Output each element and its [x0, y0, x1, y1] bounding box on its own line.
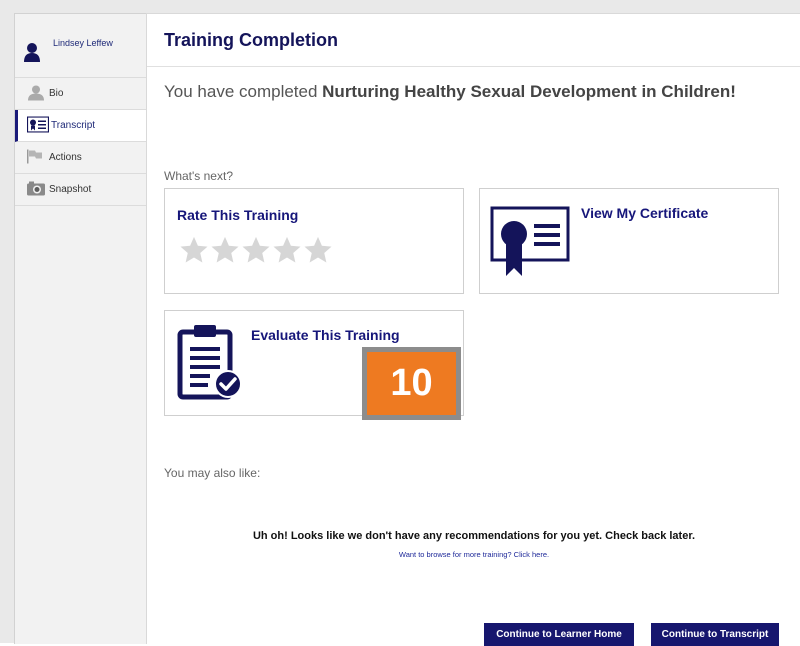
clipboard-check-icon	[177, 323, 243, 406]
rate-training-title: Rate This Training	[177, 207, 299, 223]
browse-training-link[interactable]: Want to browse for more training? Click …	[147, 550, 800, 559]
certificate-icon	[490, 206, 570, 283]
sidebar-item-snapshot[interactable]: Snapshot	[15, 174, 146, 206]
camera-icon	[27, 181, 45, 198]
rate-training-card[interactable]: Rate This Training	[164, 188, 464, 294]
star-rating[interactable]	[179, 235, 333, 265]
course-name: Nurturing Healthy Sexual Development in …	[322, 82, 736, 101]
person-icon	[27, 84, 45, 103]
evaluate-training-title: Evaluate This Training	[251, 327, 400, 343]
main-header: Training Completion	[147, 14, 800, 67]
view-certificate-title: View My Certificate	[581, 205, 709, 221]
completion-message: You have completed Nurturing Healthy Sex…	[164, 80, 764, 104]
star-icon[interactable]	[210, 235, 240, 265]
sidebar-item-label: Snapshot	[49, 184, 92, 195]
sidebar-item-label: Transcript	[51, 120, 96, 131]
transcript-icon	[26, 115, 50, 135]
whats-next-label: What's next?	[164, 169, 233, 183]
number-badge: 10	[362, 347, 461, 420]
star-icon[interactable]	[241, 235, 271, 265]
page-title: Training Completion	[164, 30, 338, 50]
star-icon[interactable]	[303, 235, 333, 265]
view-certificate-card[interactable]: View My Certificate	[479, 188, 779, 294]
user-name[interactable]: Lindsey Leffew	[53, 38, 113, 48]
badge-number: 10	[367, 352, 456, 415]
also-like-label: You may also like:	[164, 466, 261, 480]
user-avatar-icon	[23, 42, 41, 67]
completion-prefix: You have completed	[164, 82, 323, 101]
sidebar-item-label: Actions	[49, 152, 82, 163]
sidebar-item-transcript[interactable]: Transcript	[15, 110, 146, 142]
star-icon[interactable]	[179, 235, 209, 265]
main-panel: Training Completion You have completed N…	[146, 13, 800, 646]
sidebar-item-actions[interactable]: Actions	[15, 142, 146, 174]
app-frame: Lindsey Leffew Bio Transcript Actions Sn…	[0, 0, 800, 646]
sidebar-item-bio[interactable]: Bio	[15, 78, 146, 110]
no-recommendations-message: Uh oh! Looks like we don't have any reco…	[252, 530, 696, 542]
sidebar-item-label: Bio	[49, 88, 64, 99]
sidebar: Lindsey Leffew Bio Transcript Actions Sn…	[14, 13, 146, 644]
user-header: Lindsey Leffew	[15, 14, 146, 78]
star-icon[interactable]	[272, 235, 302, 265]
flag-icon	[27, 149, 43, 166]
